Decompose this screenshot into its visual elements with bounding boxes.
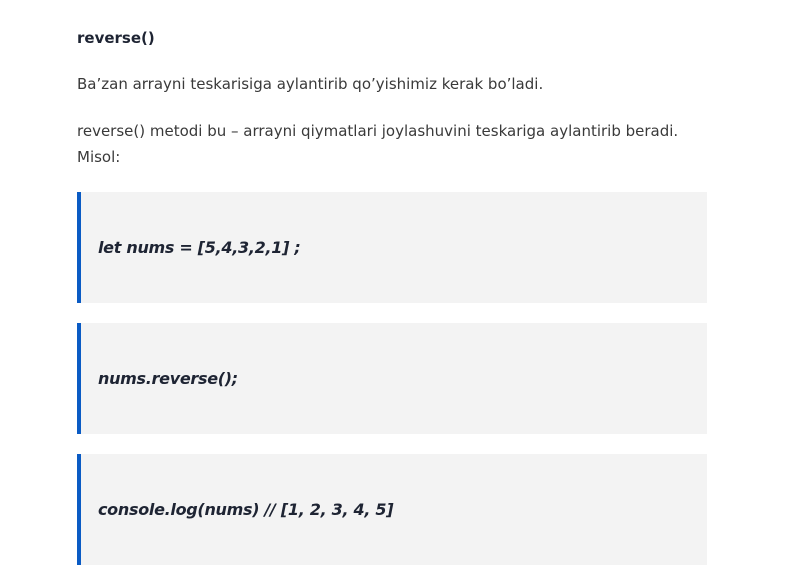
code-line: nums.reverse(); xyxy=(98,369,238,388)
code-block: let nums = [5,4,3,2,1] ; xyxy=(77,192,707,303)
code-block: nums.reverse(); xyxy=(77,323,707,434)
section-heading: reverse() xyxy=(77,29,155,47)
description-paragraph: reverse() metodi bu – arrayni qiymatlari… xyxy=(77,122,679,166)
intro-paragraph: Ba’zan arrayni teskarisiga aylantirib qo… xyxy=(77,75,544,93)
code-block: console.log(nums) // [1, 2, 3, 4, 5] xyxy=(77,454,707,565)
code-line: let nums = [5,4,3,2,1] ; xyxy=(98,238,301,257)
code-line: console.log(nums) // [1, 2, 3, 4, 5] xyxy=(98,500,394,519)
